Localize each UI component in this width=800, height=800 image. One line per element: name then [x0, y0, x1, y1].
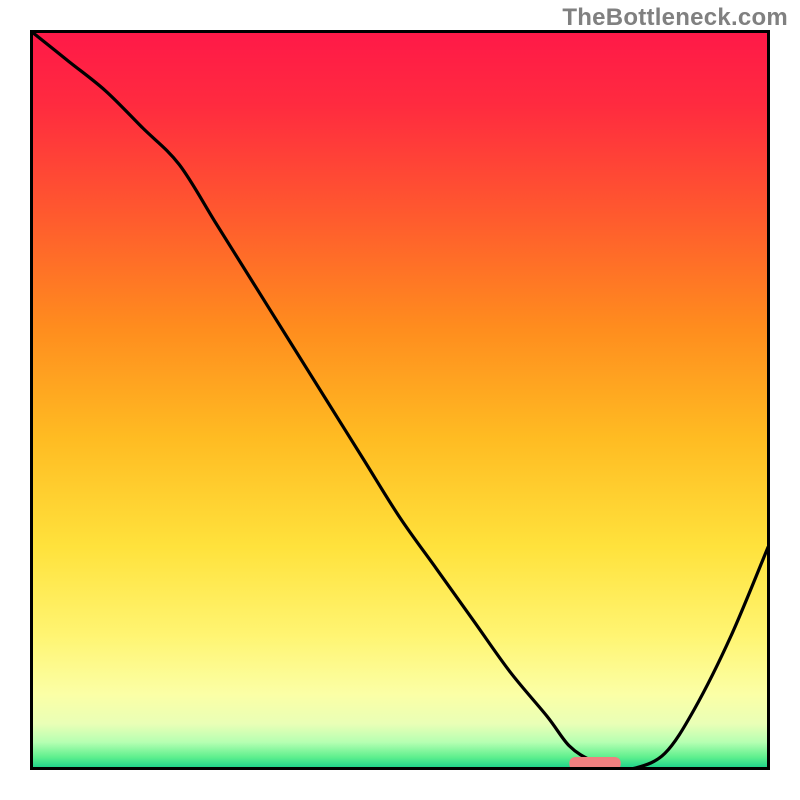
watermark-text: TheBottleneck.com [562, 4, 788, 32]
plot-area [30, 30, 770, 770]
chart-container: TheBottleneck.com [0, 0, 800, 800]
chart-svg [30, 30, 770, 770]
plot-background [32, 32, 768, 768]
